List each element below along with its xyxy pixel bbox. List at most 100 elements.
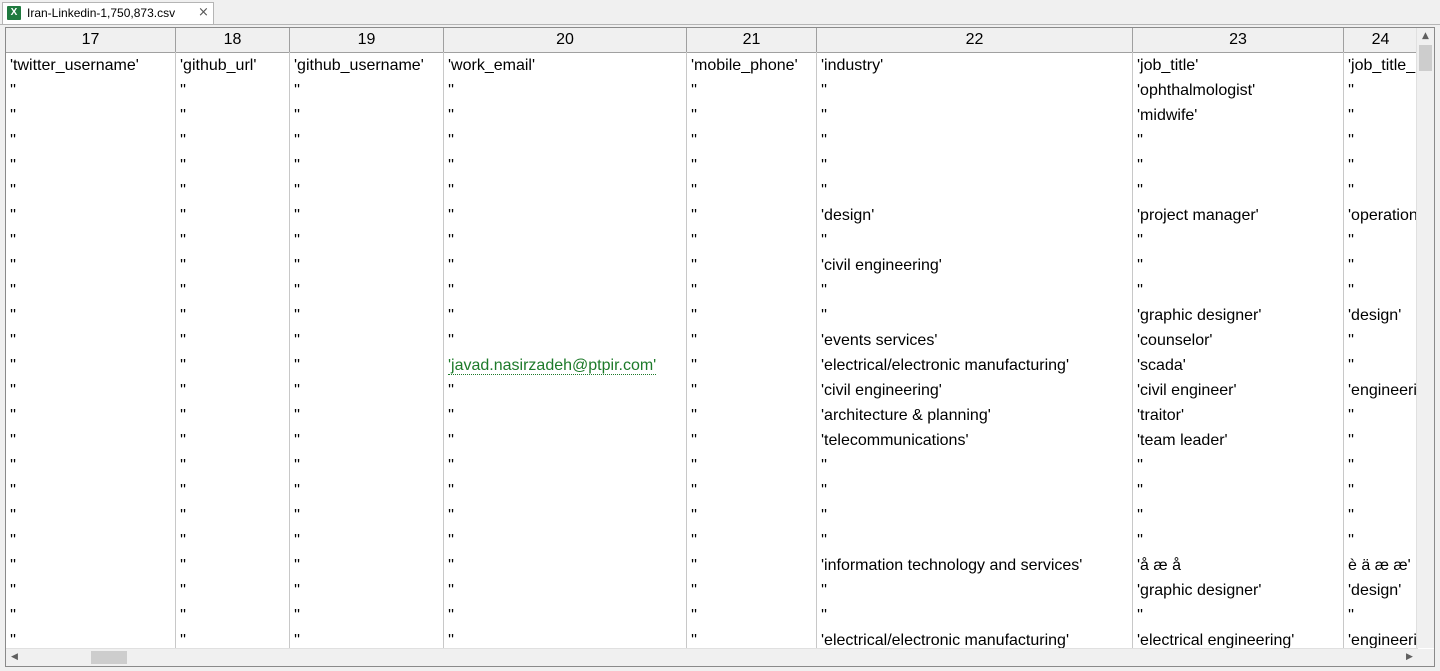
column-header-18[interactable]: 18 bbox=[176, 28, 290, 52]
grid-cell[interactable]: '' bbox=[444, 553, 687, 578]
grid-cell[interactable]: '' bbox=[176, 128, 290, 153]
grid-cell[interactable]: '' bbox=[1133, 528, 1344, 553]
grid-cell[interactable]: '' bbox=[6, 103, 176, 128]
column-header-19[interactable]: 19 bbox=[290, 28, 444, 52]
grid-cell[interactable]: 'twitter_username' bbox=[6, 53, 176, 78]
grid-cell[interactable]: '' bbox=[290, 403, 444, 428]
grid-cell[interactable]: 'design' bbox=[817, 203, 1133, 228]
grid-cell[interactable]: '' bbox=[687, 178, 817, 203]
grid-cell[interactable]: '' bbox=[687, 403, 817, 428]
grid-cell[interactable]: '' bbox=[444, 578, 687, 603]
horizontal-scrollbar[interactable]: ◀ ▶ bbox=[6, 648, 1418, 666]
column-header-23[interactable]: 23 bbox=[1133, 28, 1344, 52]
grid-cell[interactable]: '' bbox=[290, 503, 444, 528]
grid-cell[interactable]: '' bbox=[6, 328, 176, 353]
grid-cell[interactable]: '' bbox=[176, 178, 290, 203]
grid-cell[interactable]: '' bbox=[444, 403, 687, 428]
grid-cell[interactable]: '' bbox=[1133, 478, 1344, 503]
grid-cell[interactable]: '' bbox=[290, 603, 444, 628]
grid-cell[interactable]: '' bbox=[1344, 278, 1418, 303]
grid-cell[interactable]: '' bbox=[6, 353, 176, 378]
grid-cell[interactable]: 'job_title' bbox=[1133, 53, 1344, 78]
grid-cell[interactable]: '' bbox=[687, 203, 817, 228]
column-header-24[interactable]: 24 bbox=[1344, 28, 1418, 52]
grid-cell[interactable]: 'design' bbox=[1344, 303, 1418, 328]
column-header-22[interactable]: 22 bbox=[817, 28, 1133, 52]
grid-cell[interactable]: 'operations' bbox=[1344, 203, 1418, 228]
grid-cell[interactable]: '' bbox=[6, 478, 176, 503]
grid-cell[interactable]: '' bbox=[176, 103, 290, 128]
grid-cell[interactable]: '' bbox=[444, 228, 687, 253]
grid-cell[interactable]: '' bbox=[817, 478, 1133, 503]
grid-cell[interactable]: '' bbox=[687, 553, 817, 578]
grid-cell[interactable]: 'engineering' bbox=[1344, 628, 1418, 648]
grid-cell[interactable]: 'midwife' bbox=[1133, 103, 1344, 128]
grid-cell[interactable]: '' bbox=[176, 328, 290, 353]
grid-cell[interactable]: '' bbox=[1344, 103, 1418, 128]
grid-cell[interactable]: '' bbox=[6, 128, 176, 153]
grid-cell[interactable]: '' bbox=[290, 178, 444, 203]
grid-cell[interactable]: '' bbox=[687, 328, 817, 353]
grid-cell[interactable]: '' bbox=[290, 228, 444, 253]
grid-cell[interactable]: '' bbox=[1133, 503, 1344, 528]
grid-cell[interactable]: '' bbox=[1344, 78, 1418, 103]
grid-cell[interactable]: '' bbox=[817, 153, 1133, 178]
grid-cell[interactable]: '' bbox=[290, 328, 444, 353]
grid-cell[interactable]: '' bbox=[290, 303, 444, 328]
grid-cell[interactable]: 'engineering' bbox=[1344, 378, 1418, 403]
grid-cell[interactable]: '' bbox=[176, 478, 290, 503]
grid-cell[interactable]: '' bbox=[290, 278, 444, 303]
grid-cell[interactable]: '' bbox=[687, 503, 817, 528]
grid-cell[interactable]: '' bbox=[1133, 153, 1344, 178]
grid-cell[interactable]: '' bbox=[1344, 228, 1418, 253]
grid-cell[interactable]: '' bbox=[176, 403, 290, 428]
grid-cell[interactable]: '' bbox=[817, 503, 1133, 528]
grid-cell[interactable]: 'github_username' bbox=[290, 53, 444, 78]
grid-cell[interactable]: '' bbox=[176, 278, 290, 303]
grid-cell[interactable]: '' bbox=[817, 578, 1133, 603]
grid-cell[interactable]: '' bbox=[444, 203, 687, 228]
grid-cell[interactable]: '' bbox=[687, 128, 817, 153]
grid-cell[interactable]: '' bbox=[1133, 128, 1344, 153]
email-link[interactable]: 'javad.nasirzadeh@ptpir.com' bbox=[448, 357, 657, 375]
grid-cell[interactable]: '' bbox=[444, 253, 687, 278]
grid-cell[interactable]: '' bbox=[290, 478, 444, 503]
grid-cell[interactable]: '' bbox=[444, 478, 687, 503]
data-grid[interactable]: 17 18 19 20 21 22 23 24 'twitter_username''gith… bbox=[5, 27, 1435, 667]
grid-cell[interactable]: '' bbox=[6, 603, 176, 628]
grid-cell[interactable]: '' bbox=[687, 628, 817, 648]
grid-cell[interactable]: '' bbox=[1133, 178, 1344, 203]
grid-cell[interactable]: '' bbox=[687, 603, 817, 628]
grid-cell[interactable]: '' bbox=[1344, 478, 1418, 503]
grid-cell[interactable]: '' bbox=[817, 178, 1133, 203]
grid-cell[interactable]: '' bbox=[1344, 153, 1418, 178]
grid-cell[interactable]: 'counselor' bbox=[1133, 328, 1344, 353]
grid-cell[interactable]: '' bbox=[290, 253, 444, 278]
grid-cell[interactable]: '' bbox=[444, 453, 687, 478]
grid-cell[interactable]: '' bbox=[6, 453, 176, 478]
grid-cell[interactable]: 'project manager' bbox=[1133, 203, 1344, 228]
grid-cell[interactable]: '' bbox=[176, 228, 290, 253]
grid-cell[interactable]: '' bbox=[176, 353, 290, 378]
grid-cell[interactable]: '' bbox=[290, 553, 444, 578]
grid-cell[interactable]: '' bbox=[444, 603, 687, 628]
grid-cell[interactable]: '' bbox=[817, 278, 1133, 303]
grid-cell[interactable]: '' bbox=[290, 453, 444, 478]
grid-cell[interactable]: '' bbox=[1344, 328, 1418, 353]
grid-cell[interactable]: 'ophthalmologist' bbox=[1133, 78, 1344, 103]
grid-cell[interactable]: 'job_title_role' bbox=[1344, 53, 1418, 78]
grid-cell[interactable]: '' bbox=[176, 628, 290, 648]
grid-cell[interactable]: '' bbox=[290, 203, 444, 228]
grid-cell[interactable]: '' bbox=[687, 153, 817, 178]
grid-cell[interactable]: '' bbox=[6, 403, 176, 428]
grid-cell[interactable]: '' bbox=[6, 78, 176, 103]
grid-cell[interactable]: '' bbox=[176, 453, 290, 478]
grid-cell[interactable]: '' bbox=[290, 128, 444, 153]
grid-cell[interactable]: '' bbox=[1133, 603, 1344, 628]
grid-cell[interactable]: '' bbox=[687, 228, 817, 253]
grid-cell[interactable]: '' bbox=[1344, 428, 1418, 453]
grid-cell[interactable]: '' bbox=[444, 303, 687, 328]
grid-cell[interactable]: '' bbox=[6, 278, 176, 303]
grid-cell[interactable]: è ä æ æ' bbox=[1344, 553, 1418, 578]
column-header-20[interactable]: 20 bbox=[444, 28, 687, 52]
